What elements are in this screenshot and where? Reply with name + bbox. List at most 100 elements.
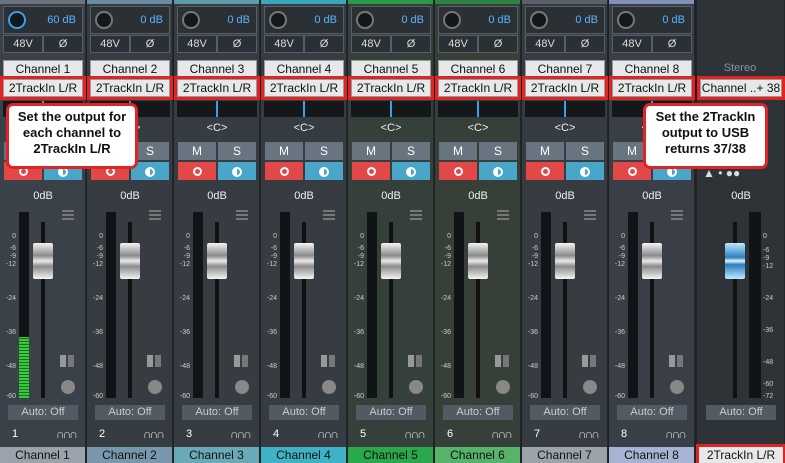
gain-control[interactable]: 0 dB [264, 6, 344, 34]
solo-button[interactable]: S [566, 142, 604, 160]
waveform-icon[interactable]: ∩∩∩ [404, 427, 426, 441]
fader-handle[interactable] [120, 243, 140, 279]
fx-button-icon[interactable] [670, 380, 684, 394]
automation-button[interactable]: Auto: Off [8, 405, 78, 420]
channel-menu-icon[interactable] [236, 210, 248, 220]
phantom-48v-button[interactable]: 48V [351, 35, 391, 53]
stereo-link-icon[interactable] [60, 355, 74, 367]
fx-button-icon[interactable] [148, 380, 162, 394]
channel-menu-icon[interactable] [410, 210, 422, 220]
fader-handle[interactable] [207, 243, 227, 279]
waveform-icon[interactable]: ∩∩∩ [491, 427, 513, 441]
phase-invert-button[interactable]: Ø [217, 35, 257, 53]
stereo-link-icon[interactable] [147, 355, 161, 367]
fader-handle[interactable] [381, 243, 401, 279]
channel-name[interactable]: Channel 3 [177, 60, 257, 77]
record-arm-button[interactable] [439, 162, 477, 180]
channel-name[interactable]: Channel 2 [90, 60, 170, 77]
gain-knob-icon[interactable] [443, 11, 461, 29]
gain-knob-icon[interactable] [8, 11, 26, 29]
master-automation-button[interactable]: Auto: Off [706, 405, 776, 420]
waveform-icon[interactable]: ∩∩∩ [665, 427, 687, 441]
pan-slider[interactable] [438, 101, 518, 117]
mute-button[interactable]: M [265, 142, 303, 160]
gain-knob-icon[interactable] [182, 11, 200, 29]
phantom-48v-button[interactable]: 48V [438, 35, 478, 53]
pan-slider[interactable] [177, 101, 257, 117]
automation-button[interactable]: Auto: Off [530, 405, 600, 420]
gain-control[interactable]: 0 dB [351, 6, 431, 34]
output-select[interactable]: 2TrackIn L/R [609, 76, 695, 100]
phantom-48v-button[interactable]: 48V [90, 35, 130, 53]
stereo-link-icon[interactable] [408, 355, 422, 367]
phase-invert-button[interactable]: Ø [304, 35, 344, 53]
channel-menu-icon[interactable] [671, 210, 683, 220]
automation-button[interactable]: Auto: Off [443, 405, 513, 420]
record-arm-button[interactable] [178, 162, 216, 180]
monitor-button[interactable] [479, 162, 517, 180]
channel-name[interactable]: Channel 8 [612, 60, 692, 77]
waveform-icon[interactable]: ∩∩∩ [578, 427, 600, 441]
solo-button[interactable]: S [479, 142, 517, 160]
channel-name[interactable]: Channel 6 [438, 60, 518, 77]
gain-knob-icon[interactable] [269, 11, 287, 29]
channel-menu-icon[interactable] [497, 210, 509, 220]
fx-button-icon[interactable] [61, 380, 75, 394]
waveform-icon[interactable]: ∩∩∩ [143, 427, 165, 441]
automation-button[interactable]: Auto: Off [269, 405, 339, 420]
fx-button-icon[interactable] [235, 380, 249, 394]
phantom-48v-button[interactable]: 48V [177, 35, 217, 53]
output-select[interactable]: 2TrackIn L/R [0, 76, 86, 100]
output-select[interactable]: 2TrackIn L/R [261, 76, 347, 100]
pan-slider[interactable] [525, 101, 605, 117]
automation-button[interactable]: Auto: Off [617, 405, 687, 420]
fader-handle[interactable] [555, 243, 575, 279]
phase-invert-button[interactable]: Ø [43, 35, 83, 53]
fx-button-icon[interactable] [496, 380, 510, 394]
monitor-button[interactable] [305, 162, 343, 180]
phase-invert-button[interactable]: Ø [130, 35, 170, 53]
gain-control[interactable]: 0 dB [525, 6, 605, 34]
channel-menu-icon[interactable] [62, 210, 74, 220]
channel-menu-icon[interactable] [323, 210, 335, 220]
solo-button[interactable]: S [392, 142, 430, 160]
output-select[interactable]: 2TrackIn L/R [522, 76, 608, 100]
fx-button-icon[interactable] [583, 380, 597, 394]
stereo-link-icon[interactable] [669, 355, 683, 367]
phase-invert-button[interactable]: Ø [478, 35, 518, 53]
waveform-icon[interactable]: ∩∩∩ [230, 427, 252, 441]
record-arm-button[interactable] [265, 162, 303, 180]
monitor-button[interactable] [392, 162, 430, 180]
record-arm-button[interactable] [352, 162, 390, 180]
channel-name[interactable]: Channel 5 [351, 60, 431, 77]
solo-button[interactable]: S [218, 142, 256, 160]
phase-invert-button[interactable]: Ø [391, 35, 431, 53]
phantom-48v-button[interactable]: 48V [3, 35, 43, 53]
output-select[interactable]: 2TrackIn L/R [174, 76, 260, 100]
automation-button[interactable]: Auto: Off [182, 405, 252, 420]
channel-name[interactable]: Channel 4 [264, 60, 344, 77]
record-arm-button[interactable] [526, 162, 564, 180]
channel-name[interactable]: Channel 7 [525, 60, 605, 77]
gain-knob-icon[interactable] [356, 11, 374, 29]
fader-handle[interactable] [33, 243, 53, 279]
phase-invert-button[interactable]: Ø [652, 35, 692, 53]
phantom-48v-button[interactable]: 48V [612, 35, 652, 53]
pan-slider[interactable] [264, 101, 344, 117]
fader-handle[interactable] [642, 243, 662, 279]
channel-name[interactable]: Channel 1 [3, 60, 83, 77]
channel-menu-icon[interactable] [149, 210, 161, 220]
mute-button[interactable]: M [178, 142, 216, 160]
stereo-link-icon[interactable] [495, 355, 509, 367]
waveform-icon[interactable]: ∩∩∩ [56, 427, 78, 441]
stereo-link-icon[interactable] [582, 355, 596, 367]
output-select[interactable]: 2TrackIn L/R [348, 76, 434, 100]
automation-button[interactable]: Auto: Off [356, 405, 426, 420]
solo-button[interactable]: S [305, 142, 343, 160]
mute-button[interactable]: M [352, 142, 390, 160]
gain-control[interactable]: 0 dB [90, 6, 170, 34]
waveform-icon[interactable]: ∩∩∩ [317, 427, 339, 441]
master-fader-handle[interactable] [725, 243, 745, 279]
phantom-48v-button[interactable]: 48V [525, 35, 565, 53]
pan-slider[interactable] [351, 101, 431, 117]
